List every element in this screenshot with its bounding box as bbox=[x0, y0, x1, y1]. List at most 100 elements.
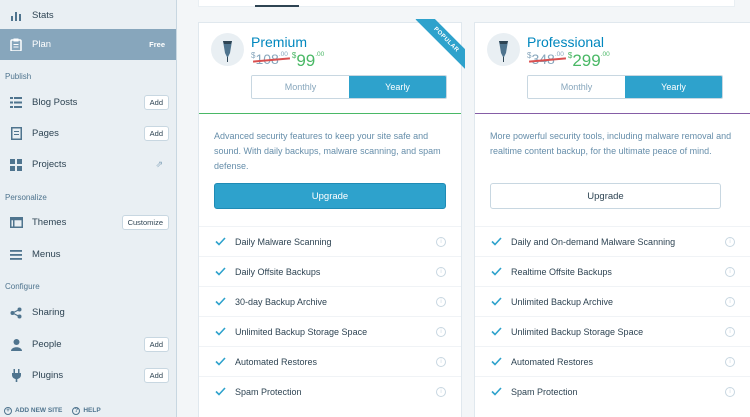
info-icon[interactable]: i bbox=[725, 267, 735, 277]
feature-item: Unlimited Backup Storage Space i bbox=[199, 316, 461, 346]
page-icon bbox=[9, 127, 23, 141]
menu-icon bbox=[9, 248, 23, 262]
monthly-toggle[interactable]: Monthly bbox=[528, 76, 625, 98]
info-icon[interactable]: i bbox=[725, 357, 735, 367]
sidebar-item-label: Blog Posts bbox=[32, 97, 78, 108]
sidebar-item-plan[interactable]: Plan Free bbox=[0, 29, 176, 60]
feature-label: Automated Restores bbox=[235, 356, 318, 367]
feature-label: Automated Restores bbox=[511, 356, 594, 367]
feature-item: Spam Protection i bbox=[475, 376, 750, 406]
plan-name: Professional bbox=[527, 34, 605, 50]
sidebar-item-people[interactable]: People Add bbox=[0, 329, 176, 360]
sidebar-item-menus[interactable]: Menus bbox=[0, 239, 176, 270]
sidebar-item-sharing[interactable]: Sharing bbox=[0, 297, 176, 328]
plan-description: More powerful security tools, including … bbox=[490, 131, 732, 156]
feature-label: 30-day Backup Archive bbox=[235, 296, 328, 307]
checkmark-icon bbox=[215, 236, 227, 248]
info-icon[interactable]: i bbox=[725, 387, 735, 397]
feature-item: Unlimited Backup Archive i bbox=[475, 286, 750, 316]
add-plugin-button[interactable]: Add bbox=[143, 368, 169, 383]
plan-tabs-strip bbox=[198, 0, 735, 7]
upgrade-button[interactable]: Upgrade bbox=[490, 183, 721, 209]
help-link[interactable]: ? HELP bbox=[72, 406, 101, 415]
plug-icon bbox=[9, 369, 23, 383]
original-price-amount: 348 bbox=[531, 51, 555, 67]
monthly-toggle[interactable]: Monthly bbox=[252, 76, 349, 98]
billing-toggle: Monthly Yearly bbox=[251, 75, 447, 99]
section-heading-configure: Configure bbox=[5, 282, 40, 291]
sidebar-item-stats[interactable]: Stats bbox=[0, 0, 176, 31]
checkmark-icon bbox=[215, 266, 227, 278]
upgrade-button[interactable]: Upgrade bbox=[214, 183, 446, 209]
feature-item: Daily Offsite Backups i bbox=[199, 256, 461, 286]
yearly-toggle[interactable]: Yearly bbox=[625, 76, 722, 98]
info-icon[interactable]: i bbox=[725, 237, 735, 247]
discounted-price: $99.00 bbox=[292, 51, 324, 71]
plan-description: Advanced security features to keep your … bbox=[214, 131, 441, 171]
feature-label: Daily and On-demand Malware Scanning bbox=[511, 236, 676, 247]
feature-item: Daily and On-demand Malware Scanning i bbox=[475, 226, 750, 256]
sidebar-footer: + ADD NEW SITE ? HELP bbox=[0, 404, 177, 417]
professional-plan-icon bbox=[487, 33, 520, 66]
portfolio-icon bbox=[9, 158, 23, 172]
feature-label: Daily Offsite Backups bbox=[235, 266, 321, 277]
sidebar-item-label: Menus bbox=[32, 249, 61, 260]
sidebar-item-label: Themes bbox=[32, 217, 67, 228]
premium-plan-icon bbox=[211, 33, 244, 66]
sidebar: Stats Plan Free Publish Blog Posts Add P… bbox=[0, 0, 177, 417]
price-block: $348.00 $299.00 bbox=[527, 51, 610, 71]
feature-label: Daily Malware Scanning bbox=[235, 236, 332, 247]
info-icon[interactable]: i bbox=[436, 297, 446, 307]
add-page-button[interactable]: Add bbox=[143, 126, 169, 141]
checkmark-icon bbox=[215, 356, 227, 368]
customize-button[interactable]: Customize bbox=[121, 215, 169, 230]
feature-label: Spam Protection bbox=[511, 386, 578, 397]
plan-header: Premium $108.00 $99.00 Monthly Yearly PO… bbox=[199, 19, 465, 114]
feature-item: Unlimited Backup Storage Space i bbox=[475, 316, 750, 346]
info-icon[interactable]: i bbox=[725, 327, 735, 337]
add-new-site-label: ADD NEW SITE bbox=[15, 407, 63, 414]
original-price: $348.00 bbox=[527, 51, 564, 67]
feature-list: Daily Malware Scanning i Daily Offsite Ba… bbox=[199, 226, 461, 406]
sidebar-item-label: Stats bbox=[32, 10, 54, 21]
info-icon[interactable]: i bbox=[436, 387, 446, 397]
checkmark-icon bbox=[215, 386, 227, 398]
checkmark-icon bbox=[491, 266, 503, 278]
sidebar-item-blog-posts[interactable]: Blog Posts Add bbox=[0, 87, 176, 118]
add-post-button[interactable]: Add bbox=[143, 95, 169, 110]
feature-item: Daily Malware Scanning i bbox=[199, 226, 461, 256]
sidebar-item-themes[interactable]: Themes Customize bbox=[0, 207, 176, 238]
discounted-price-decimals: .00 bbox=[600, 51, 610, 58]
info-icon[interactable]: i bbox=[725, 297, 735, 307]
sidebar-item-projects[interactable]: Projects ⇗ bbox=[0, 149, 176, 180]
person-icon bbox=[9, 338, 23, 352]
feature-label: Spam Protection bbox=[235, 386, 302, 397]
checkmark-icon bbox=[491, 236, 503, 248]
plan-name: Premium bbox=[251, 34, 308, 50]
clipboard-icon bbox=[9, 38, 23, 52]
popular-badge: POPULAR bbox=[415, 19, 465, 69]
feature-label: Unlimited Backup Storage Space bbox=[235, 326, 368, 337]
active-tab-underline bbox=[255, 5, 299, 7]
billing-toggle: Monthly Yearly bbox=[527, 75, 723, 99]
original-price-decimals: .00 bbox=[278, 51, 288, 58]
checkmark-icon bbox=[491, 296, 503, 308]
help-icon: ? bbox=[72, 406, 81, 415]
checkmark-icon bbox=[215, 296, 227, 308]
plan-card-premium: Premium $108.00 $99.00 Monthly Yearly PO… bbox=[198, 19, 465, 417]
sidebar-item-pages[interactable]: Pages Add bbox=[0, 118, 176, 149]
add-new-site-link[interactable]: + ADD NEW SITE bbox=[4, 406, 63, 415]
feature-item: Spam Protection i bbox=[199, 376, 461, 406]
info-icon[interactable]: i bbox=[436, 327, 446, 337]
info-icon[interactable]: i bbox=[436, 267, 446, 277]
price-block: $108.00 $99.00 bbox=[251, 51, 324, 71]
plus-circle-icon: + bbox=[4, 406, 12, 415]
yearly-toggle[interactable]: Yearly bbox=[349, 76, 446, 98]
popular-ribbon: POPULAR bbox=[415, 19, 465, 69]
sidebar-item-plugins[interactable]: Plugins Add bbox=[0, 360, 176, 391]
info-icon[interactable]: i bbox=[436, 357, 446, 367]
feature-item: 30-day Backup Archive i bbox=[199, 286, 461, 316]
info-icon[interactable]: i bbox=[436, 237, 446, 247]
add-person-button[interactable]: Add bbox=[143, 337, 169, 352]
themes-icon bbox=[9, 216, 23, 230]
